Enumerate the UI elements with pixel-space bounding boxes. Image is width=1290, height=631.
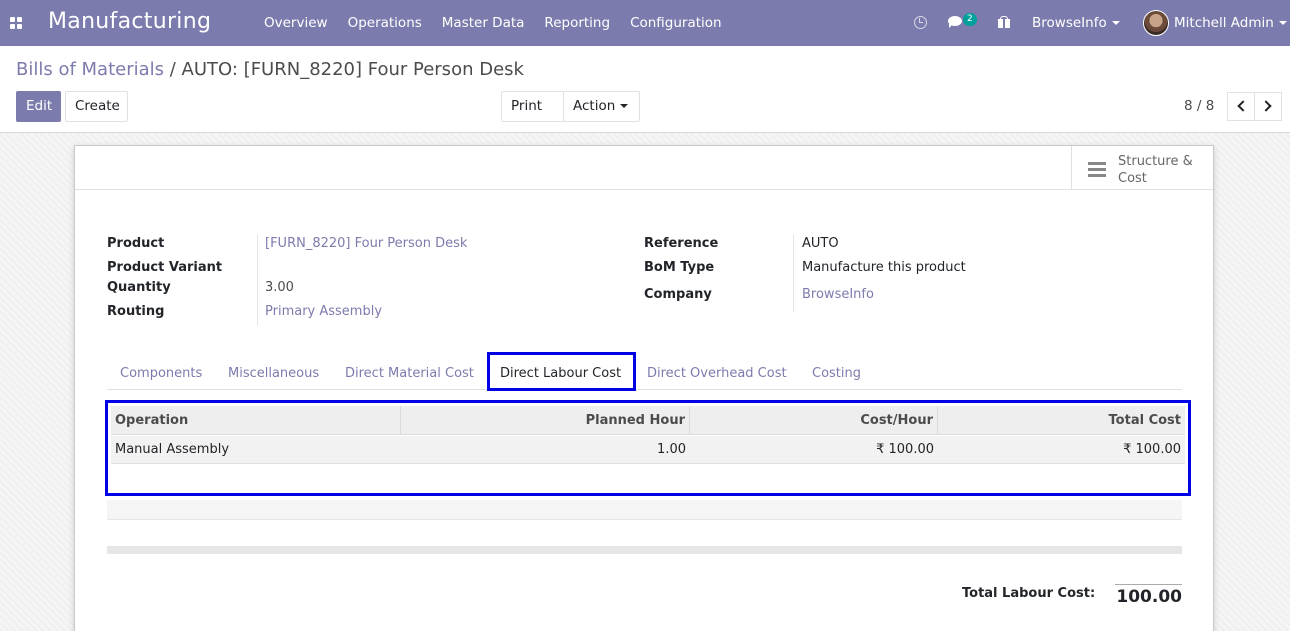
table-header: Operation Planned Hour Cost/Hour Total C… [111, 406, 1185, 435]
table-footer-row [107, 500, 1182, 520]
active-tab-highlight [487, 352, 636, 391]
cell-cost-per-hour: ₹ 100.00 [876, 442, 934, 457]
chevron-right-icon [1260, 100, 1272, 112]
main-menu: Overview Operations Master Data Reportin… [254, 0, 732, 46]
tab-components[interactable]: Components [120, 366, 202, 381]
reference-field[interactable]: AUTO [802, 236, 839, 251]
form-view-background: Structure & Cost Product [FURN_8220] Four… [0, 133, 1290, 631]
cell-operation: Manual Assembly [115, 442, 230, 457]
company-switcher[interactable]: BrowseInfo [1032, 15, 1120, 31]
notebook-tabs: Components Miscellaneous Direct Material… [107, 354, 1182, 390]
field-divider [793, 234, 794, 312]
tab-costing[interactable]: Costing [812, 366, 861, 381]
company-field[interactable]: BrowseInfo [802, 287, 874, 302]
total-labour-cost-value: 100.00 [1115, 584, 1182, 607]
menu-master-data[interactable]: Master Data [432, 0, 535, 46]
labour-cost-table: Operation Planned Hour Cost/Hour Total C… [105, 400, 1191, 496]
apps-menu-icon[interactable] [10, 17, 23, 29]
pager-value[interactable]: 8 / 8 [1184, 98, 1214, 114]
product-label: Product [107, 236, 165, 251]
caret-down-icon [620, 104, 629, 108]
column-cost-per-hour[interactable]: Cost/Hour [690, 406, 938, 435]
column-total-cost[interactable]: Total Cost [938, 406, 1185, 435]
total-labour-cost-label: Total Labour Cost: [962, 586, 1096, 601]
field-divider [257, 234, 258, 326]
create-button[interactable]: Create [65, 91, 128, 122]
print-dropdown[interactable]: Print [501, 91, 564, 137]
cell-total-cost: ₹ 100.00 [1123, 442, 1181, 457]
user-menu[interactable]: Mitchell Admin [1174, 15, 1287, 31]
menu-reporting[interactable]: Reporting [534, 0, 620, 46]
quantity-field[interactable]: 3.00 [265, 280, 294, 295]
tab-miscellaneous[interactable]: Miscellaneous [228, 366, 319, 381]
caret-down-icon [1278, 21, 1287, 25]
top-navbar: Manufacturing Overview Operations Master… [0, 0, 1290, 46]
user-name: Mitchell Admin [1174, 15, 1274, 31]
column-planned-hour[interactable]: Planned Hour [401, 406, 690, 435]
bom-type-field[interactable]: Manufacture this product [802, 260, 966, 275]
tab-direct-overhead-cost[interactable]: Direct Overhead Cost [647, 366, 787, 381]
company-label: Company [644, 287, 712, 302]
table-row[interactable]: Manual Assembly 1.00 ₹ 100.00 ₹ 100.00 [111, 436, 1185, 464]
bom-type-label: BoM Type [644, 260, 715, 275]
app-title: Manufacturing [48, 9, 212, 34]
separator-bar [107, 546, 1182, 554]
print-label: Print [511, 98, 543, 114]
quantity-label: Quantity [107, 280, 171, 295]
caret-down-icon [1111, 21, 1120, 25]
breadcrumb-separator: / [164, 59, 182, 80]
chat-icon[interactable] [948, 16, 963, 29]
chevron-left-icon [1237, 100, 1249, 112]
reference-label: Reference [644, 236, 719, 251]
breadcrumb-current: AUTO: [FURN_8220] Four Person Desk [181, 59, 524, 80]
company-name: BrowseInfo [1032, 15, 1107, 31]
product-field[interactable]: [FURN_8220] Four Person Desk [265, 236, 467, 251]
menu-operations[interactable]: Operations [338, 0, 432, 46]
pager-previous-button[interactable] [1227, 92, 1255, 121]
action-dropdown[interactable]: Action [563, 91, 640, 122]
product-variant-label: Product Variant [107, 260, 223, 275]
structure-cost-label: Structure & Cost [1118, 154, 1193, 186]
avatar[interactable] [1143, 10, 1169, 36]
gift-icon[interactable] [998, 16, 1010, 28]
control-panel: Bills of Materials / AUTO: [FURN_8220] F… [0, 46, 1290, 137]
button-box [75, 146, 1213, 190]
routing-label: Routing [107, 304, 165, 319]
menu-configuration[interactable]: Configuration [620, 0, 732, 46]
routing-field[interactable]: Primary Assembly [265, 304, 382, 319]
breadcrumb-bills-of-materials[interactable]: Bills of Materials [16, 59, 164, 80]
breadcrumb: Bills of Materials / AUTO: [FURN_8220] F… [16, 59, 524, 80]
action-label: Action [573, 98, 616, 114]
menu-overview[interactable]: Overview [254, 0, 338, 46]
form-sheet: Structure & Cost Product [FURN_8220] Four… [74, 145, 1214, 631]
edit-button[interactable]: Edit [16, 91, 61, 122]
structure-cost-button[interactable]: Structure & Cost [1071, 146, 1213, 190]
bars-icon [1088, 162, 1106, 177]
tab-direct-material-cost[interactable]: Direct Material Cost [345, 366, 474, 381]
column-operation[interactable]: Operation [111, 406, 401, 435]
chat-count-badge: 2 [963, 13, 977, 26]
activity-clock-icon[interactable] [914, 16, 927, 29]
cell-planned-hour: 1.00 [657, 442, 686, 457]
pager-next-button[interactable] [1254, 92, 1282, 121]
